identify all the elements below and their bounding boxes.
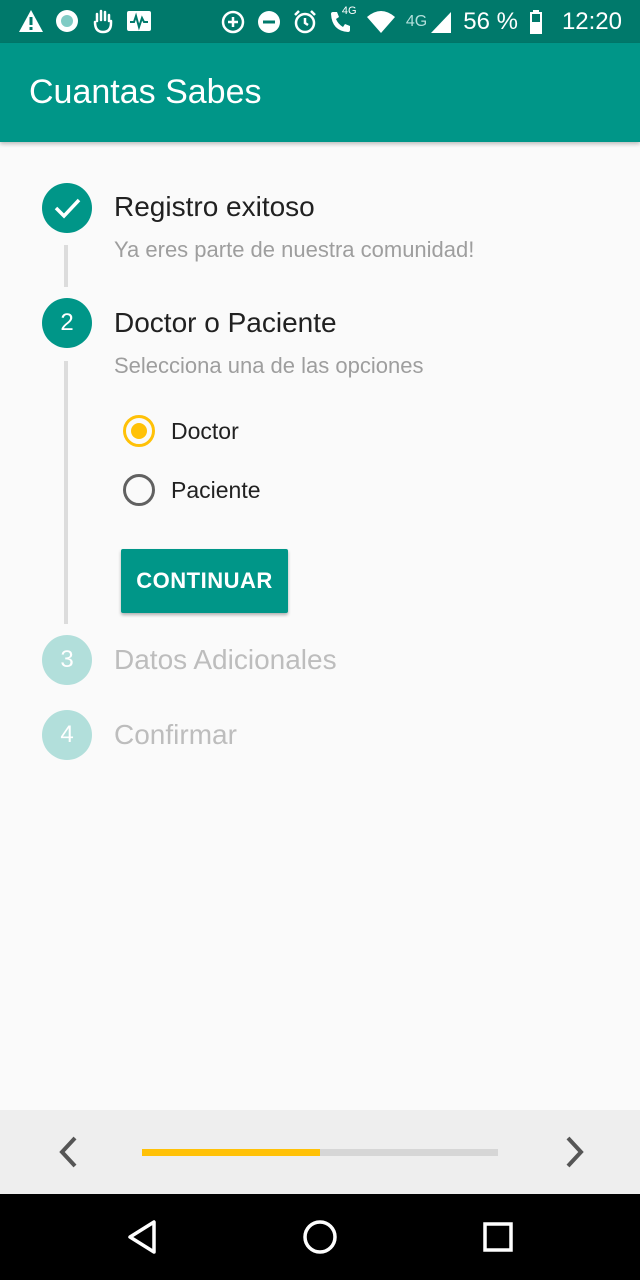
option-doctor-label: Doctor [171, 417, 239, 444]
step-4-number: 4 [42, 710, 92, 760]
battery-percent: 56 % [463, 8, 518, 35]
home-icon[interactable] [297, 1214, 343, 1260]
do-not-disturb-icon [257, 11, 280, 33]
status-bar: 4G 4G 56 % 12:20 [0, 0, 640, 43]
check-icon [54, 198, 81, 219]
step-3-title[interactable]: Datos Adicionales [114, 644, 337, 676]
battery-icon [529, 10, 542, 34]
step-connector [64, 245, 68, 287]
step-1-subtitle: Ya eres parte de nuestra comunidad! [114, 237, 475, 262]
recents-icon[interactable] [475, 1214, 521, 1260]
warning-icon [19, 10, 43, 32]
step-connector [64, 361, 68, 624]
option-doctor[interactable]: Doctor [123, 415, 239, 447]
network-type: 4G [405, 13, 428, 30]
chevron-right-icon[interactable] [553, 1132, 593, 1172]
chevron-left-icon[interactable] [50, 1132, 90, 1172]
step-3-number: 3 [42, 635, 92, 685]
data-saver-icon [221, 10, 245, 34]
step-1-title: Registro exitoso [114, 191, 315, 222]
option-paciente-label: Paciente [171, 476, 261, 503]
radio-paciente[interactable] [123, 474, 155, 506]
volte-call-icon: 4G [328, 5, 357, 35]
record-icon [56, 10, 78, 32]
stepper: Registro exitoso Ya eres parte de nuestr… [0, 142, 640, 1110]
app-bar: Cuantas Sabes [0, 43, 640, 142]
system-nav-bar [0, 1194, 640, 1280]
hand-icon [93, 9, 113, 34]
continue-button[interactable]: CONTINUAR [121, 549, 288, 613]
progress-fill [142, 1149, 320, 1156]
bottom-navigation [0, 1110, 640, 1194]
option-paciente[interactable]: Paciente [123, 474, 261, 506]
signal-icon [431, 12, 452, 33]
call-network-label: 4G [341, 5, 357, 17]
step-2-title: Doctor o Paciente [114, 307, 337, 338]
radio-doctor[interactable] [123, 415, 155, 447]
clock: 12:20 [561, 8, 622, 35]
step-1-check [42, 183, 92, 233]
step-4-title[interactable]: Confirmar [114, 719, 237, 751]
app-title: Cuantas Sabes [29, 73, 262, 111]
activity-icon [127, 11, 151, 31]
back-icon[interactable] [120, 1214, 166, 1260]
progress-bar [142, 1149, 498, 1156]
step-2-subtitle: Selecciona una de las opciones [114, 353, 424, 378]
step-2-number: 2 [42, 298, 92, 348]
alarm-icon [294, 10, 316, 34]
wifi-icon [366, 11, 395, 33]
